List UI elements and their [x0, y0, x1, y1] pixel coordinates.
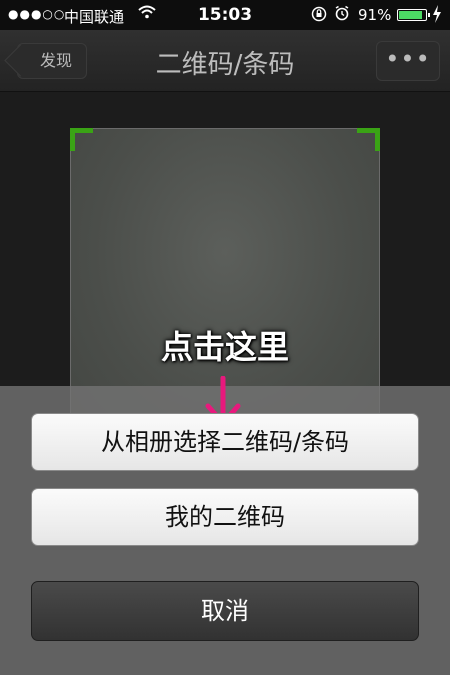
scan-corner-top-right — [357, 128, 380, 151]
navigation-bar: 发现 二维码/条码 ••• — [0, 30, 450, 92]
charging-icon — [432, 5, 442, 27]
annotation-label: 点击这里 — [160, 328, 289, 366]
more-options-button[interactable]: ••• — [376, 41, 440, 81]
rotation-lock-icon — [311, 6, 327, 26]
battery-percent: 91% — [358, 6, 392, 24]
alarm-icon — [334, 5, 350, 25]
cancel-button[interactable]: 取消 — [31, 581, 419, 641]
my-qr-code-button[interactable]: 我的二维码 — [31, 488, 419, 546]
scan-corner-top-left — [70, 128, 93, 151]
status-bar: ●●●○○ 中国联通 15:03 91% — [0, 0, 450, 30]
choose-from-album-button[interactable]: 从相册选择二维码/条码 — [31, 413, 419, 471]
battery-icon — [397, 9, 430, 21]
